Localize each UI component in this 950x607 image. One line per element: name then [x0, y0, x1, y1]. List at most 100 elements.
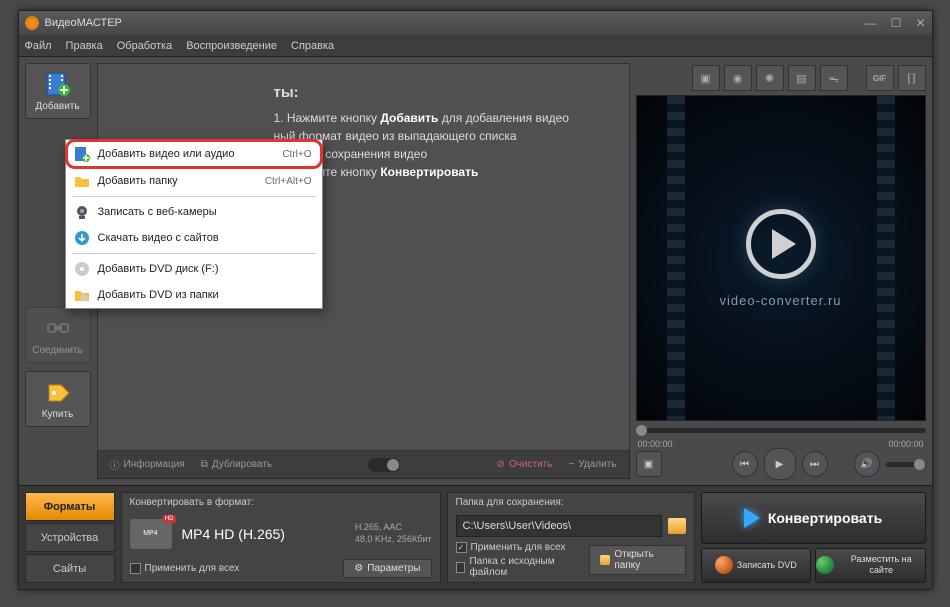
info-icon: ⓘ: [110, 457, 120, 472]
convert-button[interactable]: Конвертировать: [701, 492, 926, 544]
mp4-icon: MP4HD: [130, 519, 172, 549]
menu-item[interactable]: Записать с веб-камеры: [66, 199, 322, 225]
gear-icon: ⚙: [354, 563, 363, 574]
apply-all-format-checkbox[interactable]: Применить для всех: [130, 563, 240, 574]
menu-item-label: Добавить папку: [98, 175, 257, 187]
format-title: Конвертировать в формат:: [130, 497, 432, 508]
menu-help[interactable]: Справка: [291, 40, 334, 52]
arrow-icon: [744, 508, 760, 528]
format-name: MP4 HD (H.265): [182, 526, 345, 542]
film-plus-icon: [44, 70, 72, 98]
info-button[interactable]: ⓘИнформация: [110, 457, 185, 472]
hint-line-4: 4. Нажмите кнопку Конвертировать: [274, 165, 613, 179]
bottom-panel: Форматы Устройства Сайты Конвертировать …: [19, 485, 932, 589]
save-title: Папка для сохранения:: [456, 497, 686, 508]
format-panel: Конвертировать в формат: MP4HD MP4 HD (H…: [121, 492, 441, 583]
link-icon: [44, 314, 72, 342]
tag-icon: [44, 378, 72, 406]
volume-thumb[interactable]: [914, 459, 925, 470]
mute-button[interactable]: 🔊: [854, 451, 880, 477]
menu-playback[interactable]: Воспроизведение: [186, 40, 277, 52]
menu-file[interactable]: Файл: [25, 40, 52, 52]
clear-button[interactable]: ⊘Очистить: [497, 459, 553, 470]
format-codec: H.265, AAC: [355, 522, 432, 534]
hint-title: ты:: [274, 84, 613, 101]
titlebar: ВидеоМАСТЕР — ☐ ✕: [19, 11, 932, 35]
seek-thumb[interactable]: [636, 425, 647, 436]
menu-item[interactable]: Добавить папку Ctrl+Alt+O: [66, 168, 322, 194]
volume-slider[interactable]: [886, 462, 926, 467]
menu-item[interactable]: Скачать видео с сайтов: [66, 225, 322, 251]
menu-item[interactable]: Добавить видео или аудиоCtrl+O: [65, 139, 323, 169]
speed-tool-icon[interactable]: ᯓ: [820, 65, 848, 91]
snapshot-tool-icon[interactable]: ◉: [724, 65, 752, 91]
hint-line-1: 1. Нажмите кнопку Добавить для добавлени…: [274, 111, 613, 125]
brand-text: video-converter.ru: [719, 293, 841, 308]
tab-formats[interactable]: Форматы: [25, 492, 115, 521]
buy-button[interactable]: Купить: [25, 371, 91, 427]
params-button[interactable]: ⚙Параметры: [343, 559, 431, 578]
maximize-button[interactable]: ☐: [891, 16, 902, 30]
menu-separator: [72, 196, 316, 197]
copy-icon: ⧉: [201, 459, 208, 470]
cut-tool-icon[interactable]: ▤: [788, 65, 816, 91]
menu-edit[interactable]: Правка: [66, 40, 103, 52]
save-path-input[interactable]: C:\Users\User\Videos\: [456, 515, 662, 537]
burn-dvd-button[interactable]: Записать DVD: [701, 548, 812, 583]
bracket-tool-icon[interactable]: ⁅⁆: [898, 65, 926, 91]
format-tabs: Форматы Устройства Сайты: [25, 492, 115, 583]
globe-icon: [816, 556, 834, 574]
open-folder-button[interactable]: Открыть папку: [589, 545, 686, 575]
app-title: ВидеоМАСТЕР: [45, 17, 865, 29]
play-overlay-icon: [746, 209, 816, 279]
preview-screen[interactable]: video-converter.ru: [636, 95, 926, 421]
timeline: [636, 421, 926, 439]
duplicate-button[interactable]: ⧉Дублировать: [201, 459, 272, 470]
menu-item-label: Скачать видео с сайтов: [98, 232, 312, 244]
list-toolbar: ⓘИнформация ⧉Дублировать ⊘Очистить −Удал…: [97, 451, 630, 479]
crop-tool-icon[interactable]: ▣: [692, 65, 720, 91]
menu-item-label: Записать с веб-камеры: [98, 206, 312, 218]
delete-button[interactable]: −Удалить: [568, 459, 616, 470]
minimize-button[interactable]: —: [865, 16, 877, 30]
tab-devices[interactable]: Устройства: [25, 523, 115, 552]
menu-item[interactable]: Добавить DVD из папки: [66, 282, 322, 308]
dvd-icon: [74, 261, 90, 277]
tab-sites[interactable]: Сайты: [25, 554, 115, 583]
webcam-icon: [74, 204, 90, 220]
close-button[interactable]: ✕: [915, 16, 925, 30]
dvd-folder-icon: [74, 287, 90, 303]
playback-controls: ▣ ⏮ ▶ ⏭ 🔊: [636, 449, 926, 479]
seek-bar[interactable]: [636, 428, 926, 433]
publish-button[interactable]: Разместить на сайте: [815, 548, 926, 583]
glue-button[interactable]: Соединить: [25, 307, 91, 363]
download-icon: [74, 230, 90, 246]
browse-folder-icon[interactable]: [668, 518, 686, 534]
add-dropdown: Добавить видео или аудиоCtrl+OДобавить п…: [65, 139, 323, 309]
time-total: 00:00:00: [888, 439, 923, 449]
hint-line-2: ный формат видео из выпадающего списка: [274, 129, 613, 143]
preview-panel: ▣ ◉ ✺ ▤ ᯓ GIF ⁅⁆ video-converter.ru: [636, 63, 926, 479]
toggle-switch[interactable]: [368, 458, 400, 472]
gif-tool[interactable]: GIF: [866, 65, 894, 91]
add-button[interactable]: Добавить: [25, 63, 91, 119]
snapshot-button[interactable]: ▣: [636, 451, 662, 477]
menu-shortcut: Ctrl+Alt+O: [265, 176, 312, 187]
menu-process[interactable]: Обработка: [117, 40, 172, 52]
add-label: Добавить: [35, 101, 79, 112]
prev-button[interactable]: ⏮: [732, 451, 758, 477]
action-panel: Конвертировать Записать DVD Разместить н…: [701, 492, 926, 583]
menubar: Файл Правка Обработка Воспроизведение Сп…: [19, 35, 932, 57]
format-selector[interactable]: MP4HD MP4 HD (H.265) H.265, AAC 48,0 KHz…: [130, 511, 432, 556]
next-button[interactable]: ⏭: [802, 451, 828, 477]
glue-label: Соединить: [32, 345, 82, 356]
apply-all-save-checkbox[interactable]: ✓Применить для всех: [456, 542, 581, 553]
same-folder-checkbox[interactable]: Папка с исходным файлом: [456, 556, 581, 578]
menu-item[interactable]: Добавить DVD диск (F:): [66, 256, 322, 282]
play-button[interactable]: ▶: [764, 448, 796, 480]
format-audio: 48,0 KHz, 256Кбит: [355, 534, 432, 546]
effects-tool-icon[interactable]: ✺: [756, 65, 784, 91]
clear-icon: ⊘: [497, 459, 505, 470]
folder-icon: [74, 173, 90, 189]
preview-tools: ▣ ◉ ✺ ▤ ᯓ GIF ⁅⁆: [636, 63, 926, 95]
